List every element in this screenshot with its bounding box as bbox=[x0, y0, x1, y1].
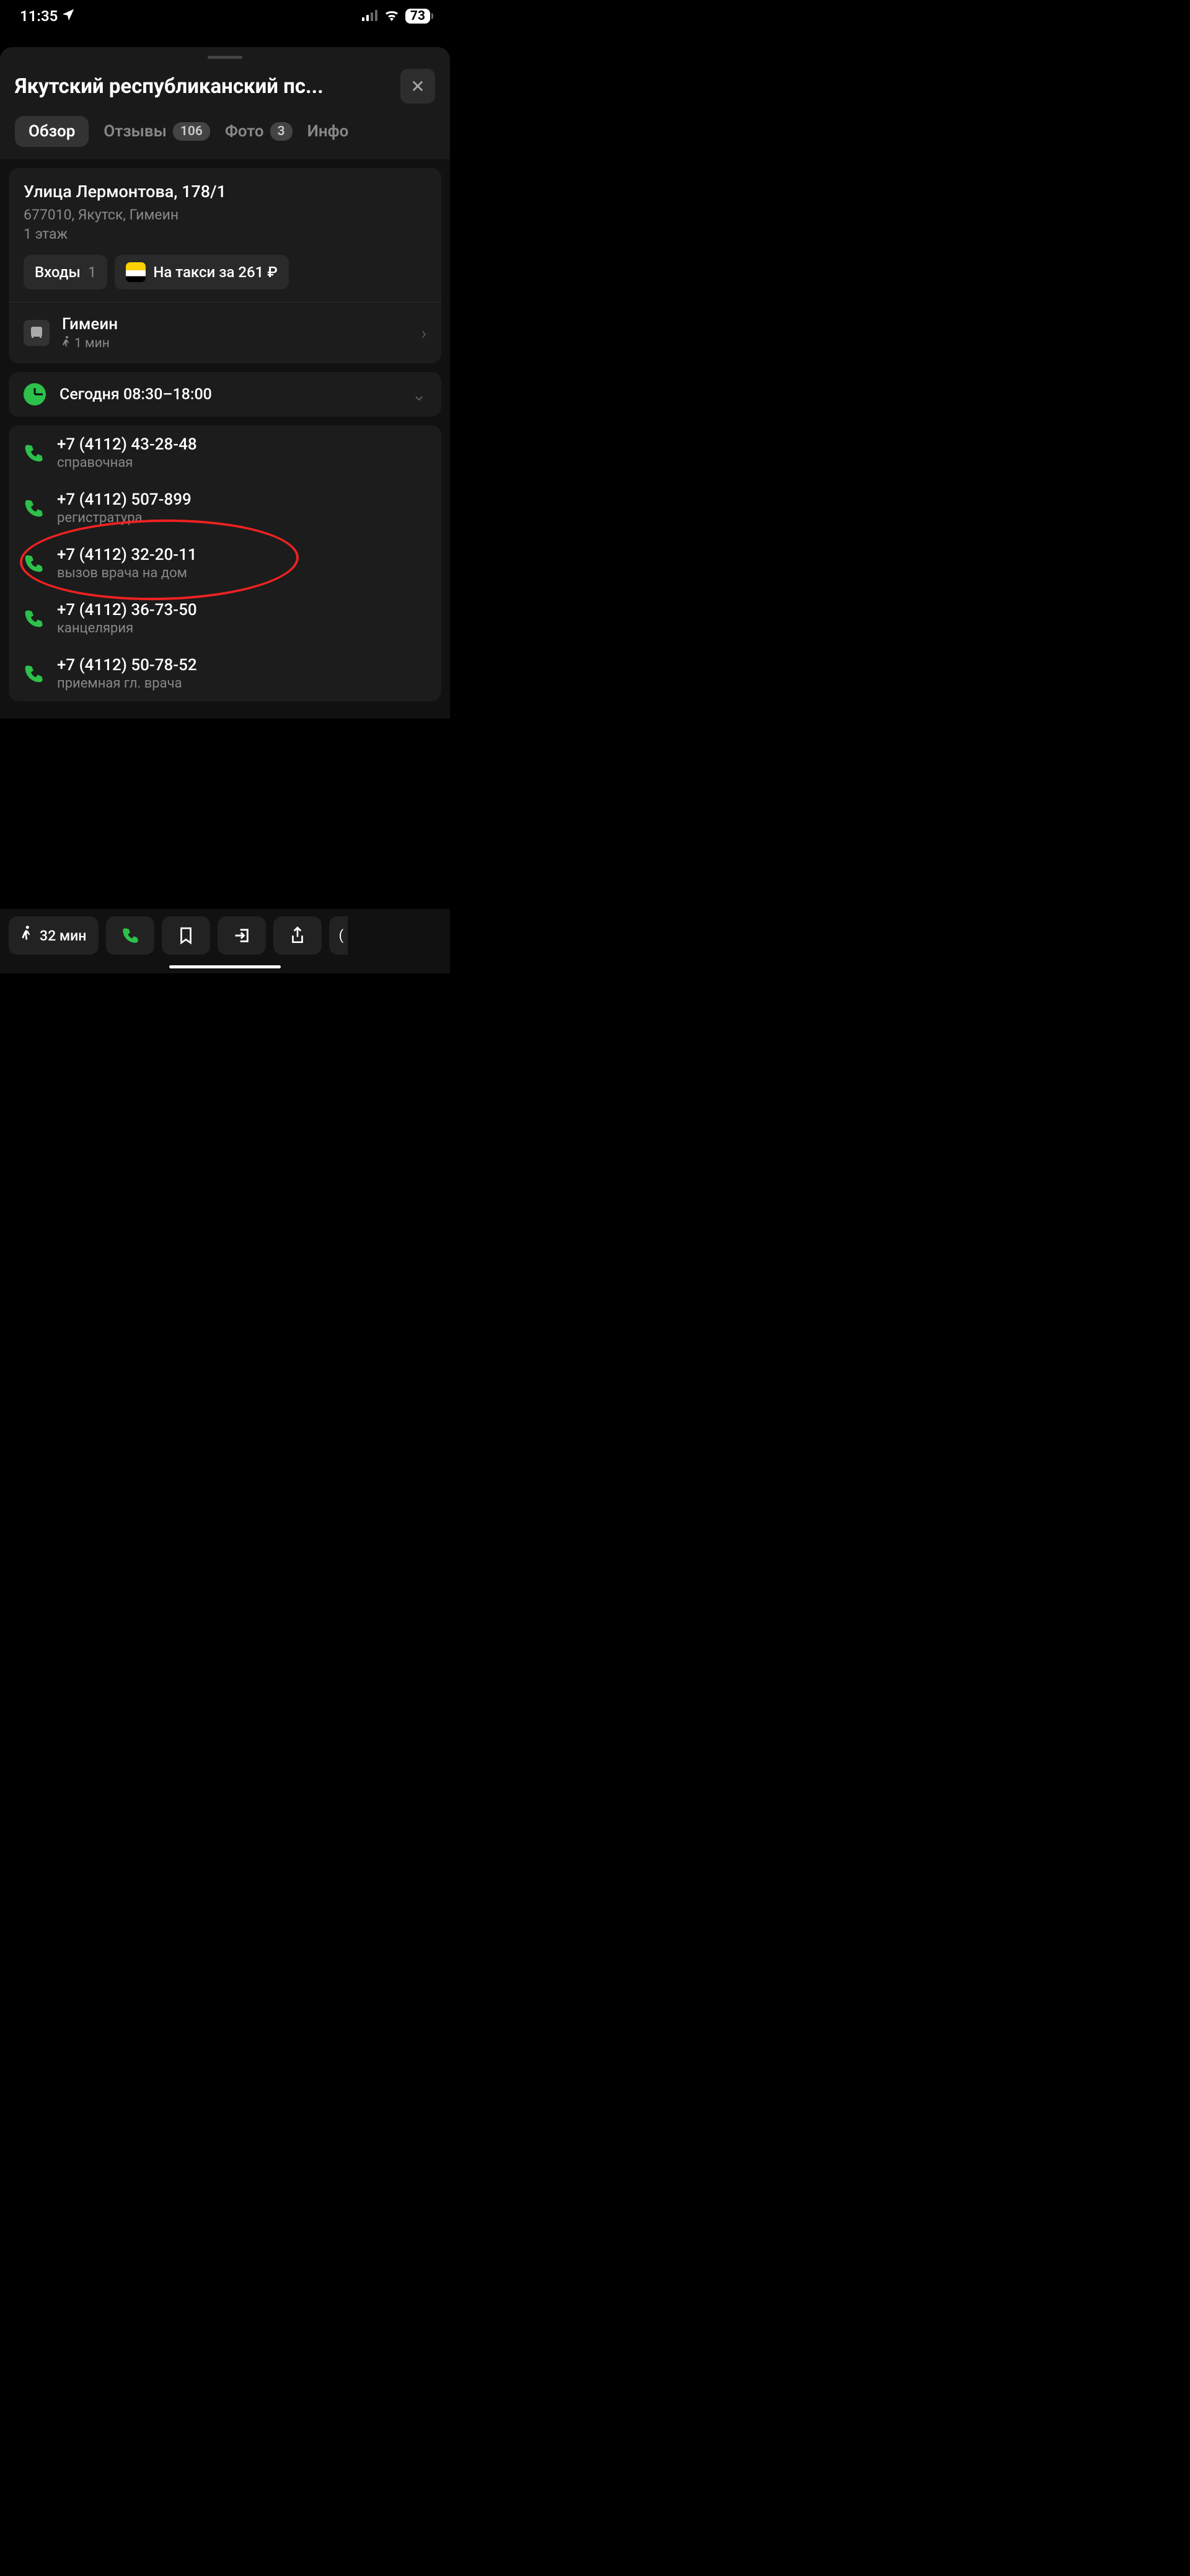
call-button[interactable] bbox=[106, 916, 154, 955]
status-bar: 11:35 73 bbox=[0, 0, 450, 30]
location-icon bbox=[61, 7, 75, 25]
phone-row[interactable]: +7 (4112) 50-78-52 приемная гл. врача bbox=[9, 646, 441, 701]
signin-button[interactable] bbox=[218, 916, 266, 955]
photos-count: 3 bbox=[270, 122, 293, 141]
address-city: 677010, Якутск, Гимеин bbox=[24, 205, 426, 224]
bookmark-icon bbox=[178, 926, 194, 945]
sheet-handle[interactable] bbox=[208, 56, 242, 59]
tab-overview[interactable]: Обзор bbox=[15, 116, 89, 147]
chevron-down-icon: ⌄ bbox=[412, 384, 426, 405]
signal-icon bbox=[362, 7, 378, 25]
phone-icon bbox=[24, 609, 43, 629]
entrances-count: 1 bbox=[88, 263, 97, 281]
phone-label: регистратура bbox=[57, 510, 426, 526]
home-indicator[interactable] bbox=[169, 965, 281, 968]
address-street: Улица Лермонтова, 178/1 bbox=[24, 182, 426, 201]
phone-icon bbox=[24, 664, 43, 684]
phone-icon bbox=[24, 498, 43, 518]
phone-number: +7 (4112) 50-78-52 bbox=[57, 656, 426, 675]
pedestrian-icon bbox=[21, 926, 32, 945]
share-button[interactable] bbox=[273, 916, 322, 955]
route-walk-button[interactable]: 32 мин bbox=[9, 916, 99, 955]
taxi-label: На такси за 261 ₽ bbox=[153, 263, 277, 281]
bus-icon bbox=[24, 320, 50, 346]
place-title: Якутский республиканский пс... bbox=[15, 74, 390, 99]
tab-reviews-label: Отзывы bbox=[104, 122, 167, 141]
phone-label: вызов врача на дом bbox=[57, 565, 426, 581]
phone-number: +7 (4112) 507-899 bbox=[57, 490, 426, 509]
phone-number: +7 (4112) 36-73-50 bbox=[57, 601, 426, 619]
close-button[interactable]: ✕ bbox=[400, 69, 435, 104]
hours-text: Сегодня 08:30–18:00 bbox=[60, 386, 212, 404]
phone-row[interactable]: +7 (4112) 36-73-50 канцелярия bbox=[9, 591, 441, 646]
phone-row[interactable]: +7 (4112) 32-20-11 вызов врача на дом bbox=[9, 536, 441, 591]
phones-card: +7 (4112) 43-28-48 справочная +7 (4112) … bbox=[9, 425, 441, 701]
entrances-label: Входы bbox=[35, 263, 81, 281]
walk-icon bbox=[62, 336, 71, 351]
more-button[interactable]: ( bbox=[329, 916, 348, 955]
tab-reviews[interactable]: Отзывы 106 bbox=[104, 122, 210, 141]
phone-number: +7 (4112) 43-28-48 bbox=[57, 435, 426, 454]
transit-walk-time: 1 мин bbox=[74, 336, 110, 351]
phone-row[interactable]: +7 (4112) 507-899 регистратура bbox=[9, 480, 441, 536]
tab-photos-label: Фото bbox=[225, 122, 264, 141]
entrances-button[interactable]: Входы 1 bbox=[24, 255, 107, 290]
phone-icon bbox=[121, 927, 139, 944]
battery-level: 73 bbox=[405, 9, 430, 24]
tabs: Обзор Отзывы 106 Фото 3 Инфо bbox=[0, 116, 450, 159]
share-icon bbox=[289, 926, 306, 945]
phone-label: справочная bbox=[57, 455, 426, 471]
taxi-icon bbox=[126, 262, 146, 282]
address-floor: 1 этаж bbox=[24, 224, 426, 244]
phone-icon bbox=[24, 554, 43, 573]
reviews-count: 106 bbox=[173, 122, 210, 141]
tab-info[interactable]: Инфо bbox=[307, 122, 349, 141]
chevron-right-icon: › bbox=[421, 323, 426, 343]
tab-photos[interactable]: Фото 3 bbox=[225, 122, 293, 141]
login-icon bbox=[233, 927, 250, 944]
taxi-button[interactable]: На такси за 261 ₽ bbox=[115, 255, 288, 290]
status-time: 11:35 bbox=[20, 7, 58, 25]
phone-number: +7 (4112) 32-20-11 bbox=[57, 546, 426, 564]
address-card: Улица Лермонтова, 178/1 677010, Якутск, … bbox=[9, 168, 441, 363]
transit-stop-name: Гимеин bbox=[62, 315, 118, 334]
phone-label: канцелярия bbox=[57, 621, 426, 636]
close-icon: ✕ bbox=[410, 76, 425, 97]
clock-icon bbox=[24, 383, 46, 405]
bottom-action-bar: 32 мин ( bbox=[0, 909, 450, 973]
hours-row[interactable]: Сегодня 08:30–18:00 ⌄ bbox=[9, 372, 441, 417]
address-block[interactable]: Улица Лермонтова, 178/1 677010, Якутск, … bbox=[9, 168, 441, 255]
phone-row[interactable]: +7 (4112) 43-28-48 справочная bbox=[9, 425, 441, 480]
wifi-icon bbox=[384, 7, 399, 25]
phone-label: приемная гл. врача bbox=[57, 676, 426, 691]
walk-duration: 32 мин bbox=[40, 927, 86, 944]
bottom-sheet: Якутский республиканский пс... ✕ Обзор О… bbox=[0, 47, 450, 719]
transit-row[interactable]: Гимеин 1 мин › bbox=[9, 302, 441, 363]
phone-icon bbox=[24, 443, 43, 463]
more-icon: ( bbox=[339, 928, 344, 944]
bookmark-button[interactable] bbox=[162, 916, 210, 955]
